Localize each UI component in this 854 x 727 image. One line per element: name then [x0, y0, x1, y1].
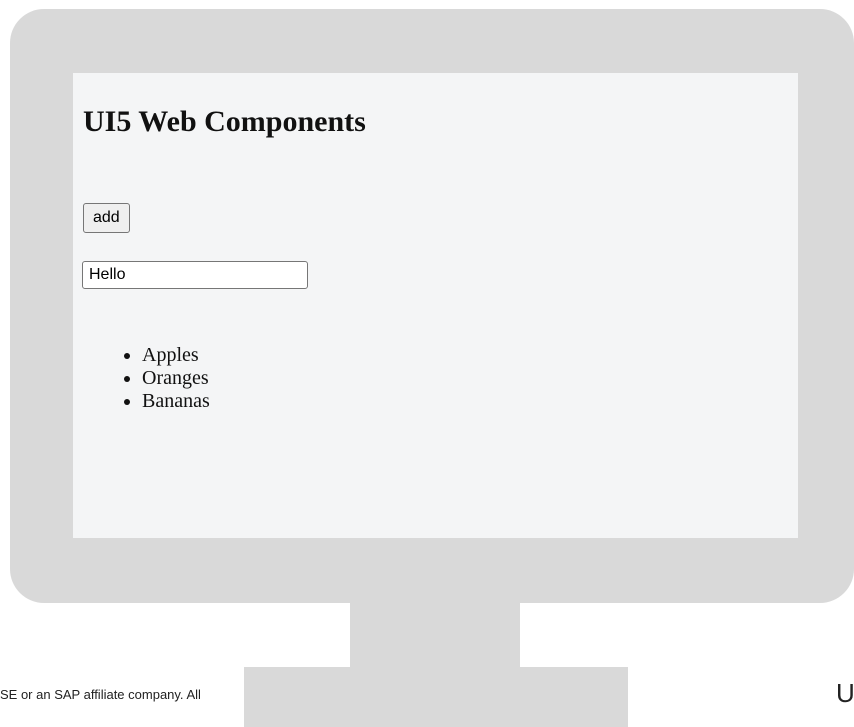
text-input[interactable]: [82, 261, 308, 289]
footer-copyright: SE or an SAP affiliate company. All: [0, 680, 244, 710]
list-item: Bananas: [142, 390, 210, 413]
monitor-base: [244, 667, 628, 727]
monitor-neck: [350, 603, 520, 668]
fruit-list: Apples Oranges Bananas: [83, 344, 210, 413]
add-button[interactable]: add: [83, 203, 130, 233]
app-screen: UI5 Web Components add Apples Oranges Ba…: [73, 73, 798, 538]
footer-copyright-text: SE or an SAP affiliate company. All: [0, 687, 201, 702]
footer-right-fragment: U: [836, 678, 854, 708]
page-title: UI5 Web Components: [83, 105, 366, 138]
list-item: Apples: [142, 344, 210, 367]
list-item: Oranges: [142, 367, 210, 390]
